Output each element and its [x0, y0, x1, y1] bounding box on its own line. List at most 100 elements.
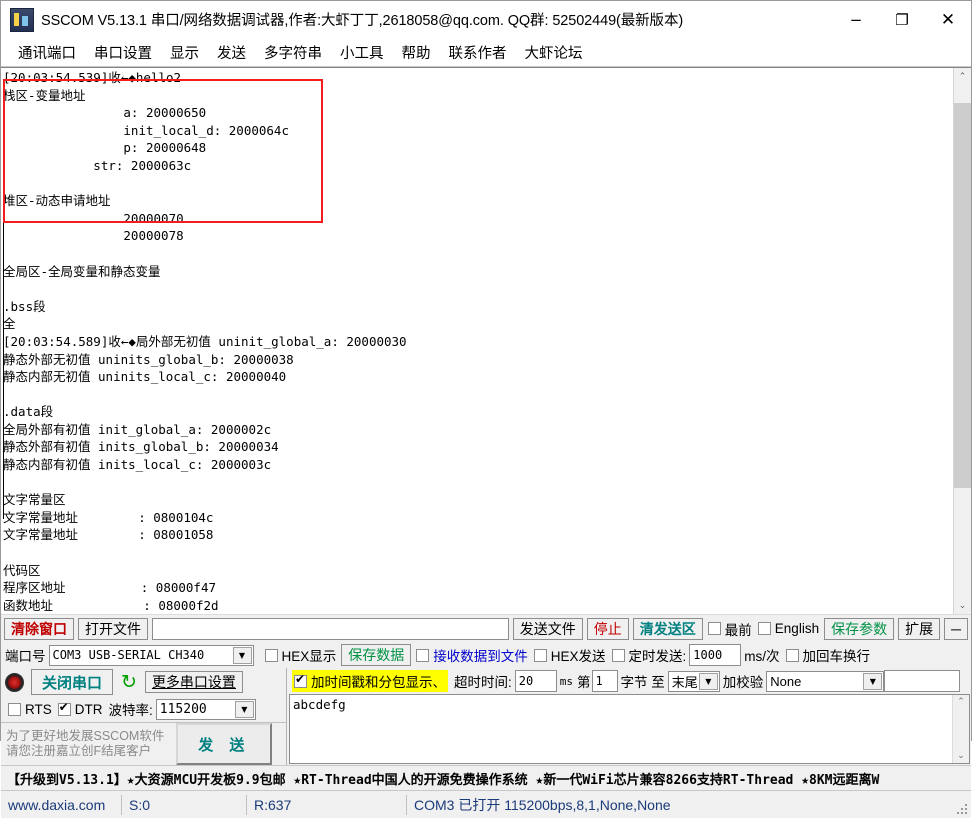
byte-end-value: 末尾: [671, 674, 698, 690]
send-text-area[interactable]: abcdefg ⌃ ⌄: [289, 694, 970, 765]
scroll-down-icon[interactable]: ⌄: [957, 749, 965, 763]
port-value: COM3 USB-SERIAL CH340: [52, 648, 205, 663]
topmost-checkbox[interactable]: 最前: [707, 619, 752, 639]
sscom-app-icon: [10, 7, 34, 32]
status-sent-count: S:0: [121, 794, 246, 815]
receive-line: 文字常量地址 : 08001058: [3, 527, 214, 543]
maximize-button[interactable]: ❐: [879, 1, 925, 38]
checkbox-box-icon: [533, 648, 547, 662]
scroll-track[interactable]: [954, 85, 971, 598]
byte-start-input[interactable]: 1: [591, 670, 618, 693]
scroll-up-icon[interactable]: ⌃: [957, 695, 965, 709]
menu-item-send[interactable]: 发送: [208, 40, 255, 65]
checkbox-checked-icon: [57, 700, 71, 716]
menu-item-comm-port[interactable]: 通讯端口: [9, 40, 85, 65]
receive-lines: [20:03:54.539]收←◆hello2 栈区-变量地址 a: 200006…: [3, 69, 953, 614]
menu-item-serial-settings[interactable]: 串口设置: [85, 40, 161, 65]
open-file-button[interactable]: 打开文件: [78, 617, 148, 640]
baud-value: 115200: [159, 701, 207, 717]
menu-item-tools[interactable]: 小工具: [331, 40, 393, 65]
rts-checkbox[interactable]: RTS: [8, 702, 52, 717]
send-button[interactable]: 发 送: [176, 723, 273, 766]
receive-scrollbar[interactable]: ⌃ ⌄: [953, 68, 971, 615]
window-title: SSCOM V5.13.1 串口/网络数据调试器,作者:大虾丁丁,2618058…: [41, 13, 684, 29]
timeout-unit-label: ms: [559, 674, 574, 688]
receive-text-view[interactable]: [20:03:54.539]收←◆hello2 栈区-变量地址 a: 200006…: [1, 68, 953, 615]
send-panel: 加时间戳和分包显示、 超时时间: 20 ms 第 1 字节 至 末尾 ▼ 加校验…: [287, 668, 971, 765]
menu-item-help[interactable]: 帮助: [393, 40, 440, 65]
menu-item-multi-string[interactable]: 多字符串: [255, 40, 331, 65]
hex-display-label: HEX显示: [281, 649, 337, 665]
clear-window-button[interactable]: 清除窗口: [4, 617, 74, 640]
minimize-button[interactable]: −: [833, 1, 879, 38]
close-button[interactable]: ✕: [925, 1, 971, 38]
checkbox-box-icon: [757, 622, 771, 636]
add-crlf-checkbox[interactable]: 加回车换行: [785, 645, 870, 665]
send-file-button[interactable]: 发送文件: [512, 617, 583, 640]
timed-interval-input[interactable]: 1000: [689, 644, 742, 667]
chevron-down-icon[interactable]: ▼: [232, 646, 252, 664]
status-website[interactable]: www.daxia.com: [1, 795, 121, 815]
menu-item-contact-author[interactable]: 联系作者: [440, 40, 516, 65]
serial-port-panel: 关闭串口 ↻ 更多串口设置 RTS DTR 波特率: 115200 ▼: [1, 668, 287, 766]
promo-line-1: 为了更好地发展SSCOM软件: [6, 729, 165, 744]
port-select[interactable]: COM3 USB-SERIAL CH340 ▼: [48, 644, 254, 666]
receive-line: 全局区-全局变量和静态变量: [3, 263, 161, 279]
promo-line-2: 请您注册嘉立创F结尾客户: [6, 744, 152, 759]
menu-item-display[interactable]: 显示: [161, 40, 208, 65]
extend-button[interactable]: 扩展: [898, 617, 941, 640]
topmost-label: 最前: [724, 622, 752, 638]
dtr-checkbox[interactable]: DTR: [57, 700, 103, 717]
menu-item-forum[interactable]: 大虾论坛: [516, 40, 592, 65]
close-port-button[interactable]: 关闭串口: [31, 669, 114, 696]
checksum-select[interactable]: None ▼: [766, 670, 885, 692]
chevron-down-icon[interactable]: ▼: [698, 672, 718, 690]
receive-line: 堆区-动态申请地址: [3, 193, 111, 209]
receive-line: 全局外部有初值 init_global_a: 2000002c: [3, 421, 272, 437]
english-label: English: [774, 621, 820, 637]
collapse-button[interactable]: ─: [944, 617, 968, 640]
save-data-button[interactable]: 保存数据: [341, 644, 412, 667]
resize-grip-icon[interactable]: [955, 802, 969, 816]
hex-send-label: HEX发送: [550, 649, 606, 665]
chevron-down-icon[interactable]: ▼: [234, 700, 254, 718]
checkbox-box-icon: [707, 622, 721, 636]
english-checkbox[interactable]: English: [757, 621, 820, 637]
refresh-icon[interactable]: ↻: [121, 672, 137, 692]
clear-send-area-button[interactable]: 清发送区: [632, 617, 703, 640]
timestamp-packet-checkbox[interactable]: 加时间戳和分包显示、: [292, 670, 448, 693]
hex-send-checkbox[interactable]: HEX发送: [533, 645, 606, 665]
receive-line: [3, 175, 953, 193]
checkbox-box-icon: [416, 648, 430, 662]
baud-rate-select[interactable]: 115200 ▼: [155, 698, 256, 720]
ad-banner[interactable]: 【升级到V5.13.1】★大资源MCU开发板9.9包邮 ★RT-Thread中国…: [1, 765, 971, 791]
send-scrollbar[interactable]: ⌃ ⌄: [952, 695, 969, 764]
send-text-value[interactable]: abcdefg: [290, 695, 952, 763]
file-path-input[interactable]: [152, 617, 509, 640]
save-params-button[interactable]: 保存参数: [824, 617, 895, 640]
timed-send-checkbox[interactable]: 定时发送:: [611, 645, 686, 665]
status-bar: www.daxia.com S:0 R:637 COM3 已打开 115200b…: [1, 790, 971, 818]
more-serial-settings-button[interactable]: 更多串口设置: [144, 671, 243, 694]
timeout-input[interactable]: 20: [514, 670, 557, 693]
status-received-count: R:637: [246, 794, 406, 815]
byte-end-select[interactable]: 末尾 ▼: [667, 670, 720, 692]
chevron-down-icon[interactable]: ▼: [863, 672, 883, 690]
receive-line: [20:03:54.589]收←◆局外部无初值 uninit_global_a:…: [3, 333, 407, 349]
checksum-extra-input[interactable]: [884, 670, 961, 693]
receive-area: [20:03:54.539]收←◆hello2 栈区-变量地址 a: 200006…: [1, 67, 971, 616]
dtr-label: DTR: [74, 701, 103, 717]
status-port-info: COM3 已打开 115200bps,8,1,None,None: [406, 794, 971, 815]
hex-display-checkbox[interactable]: HEX显示: [264, 645, 337, 665]
timed-unit-label: ms/次: [744, 649, 780, 665]
receive-line: [3, 386, 953, 404]
receive-line: 程序区地址 : 08000f47: [3, 580, 217, 596]
receive-line: 文字常量区: [3, 492, 66, 508]
scroll-up-icon[interactable]: ⌃: [954, 68, 971, 85]
receive-line: 全: [3, 316, 16, 332]
scroll-down-icon[interactable]: ⌄: [954, 597, 971, 615]
checkbox-checked-icon: [294, 672, 307, 688]
stop-button[interactable]: 停止: [586, 617, 629, 640]
scroll-thumb[interactable]: [954, 103, 971, 488]
recv-to-file-checkbox[interactable]: 接收数据到文件: [416, 645, 528, 665]
